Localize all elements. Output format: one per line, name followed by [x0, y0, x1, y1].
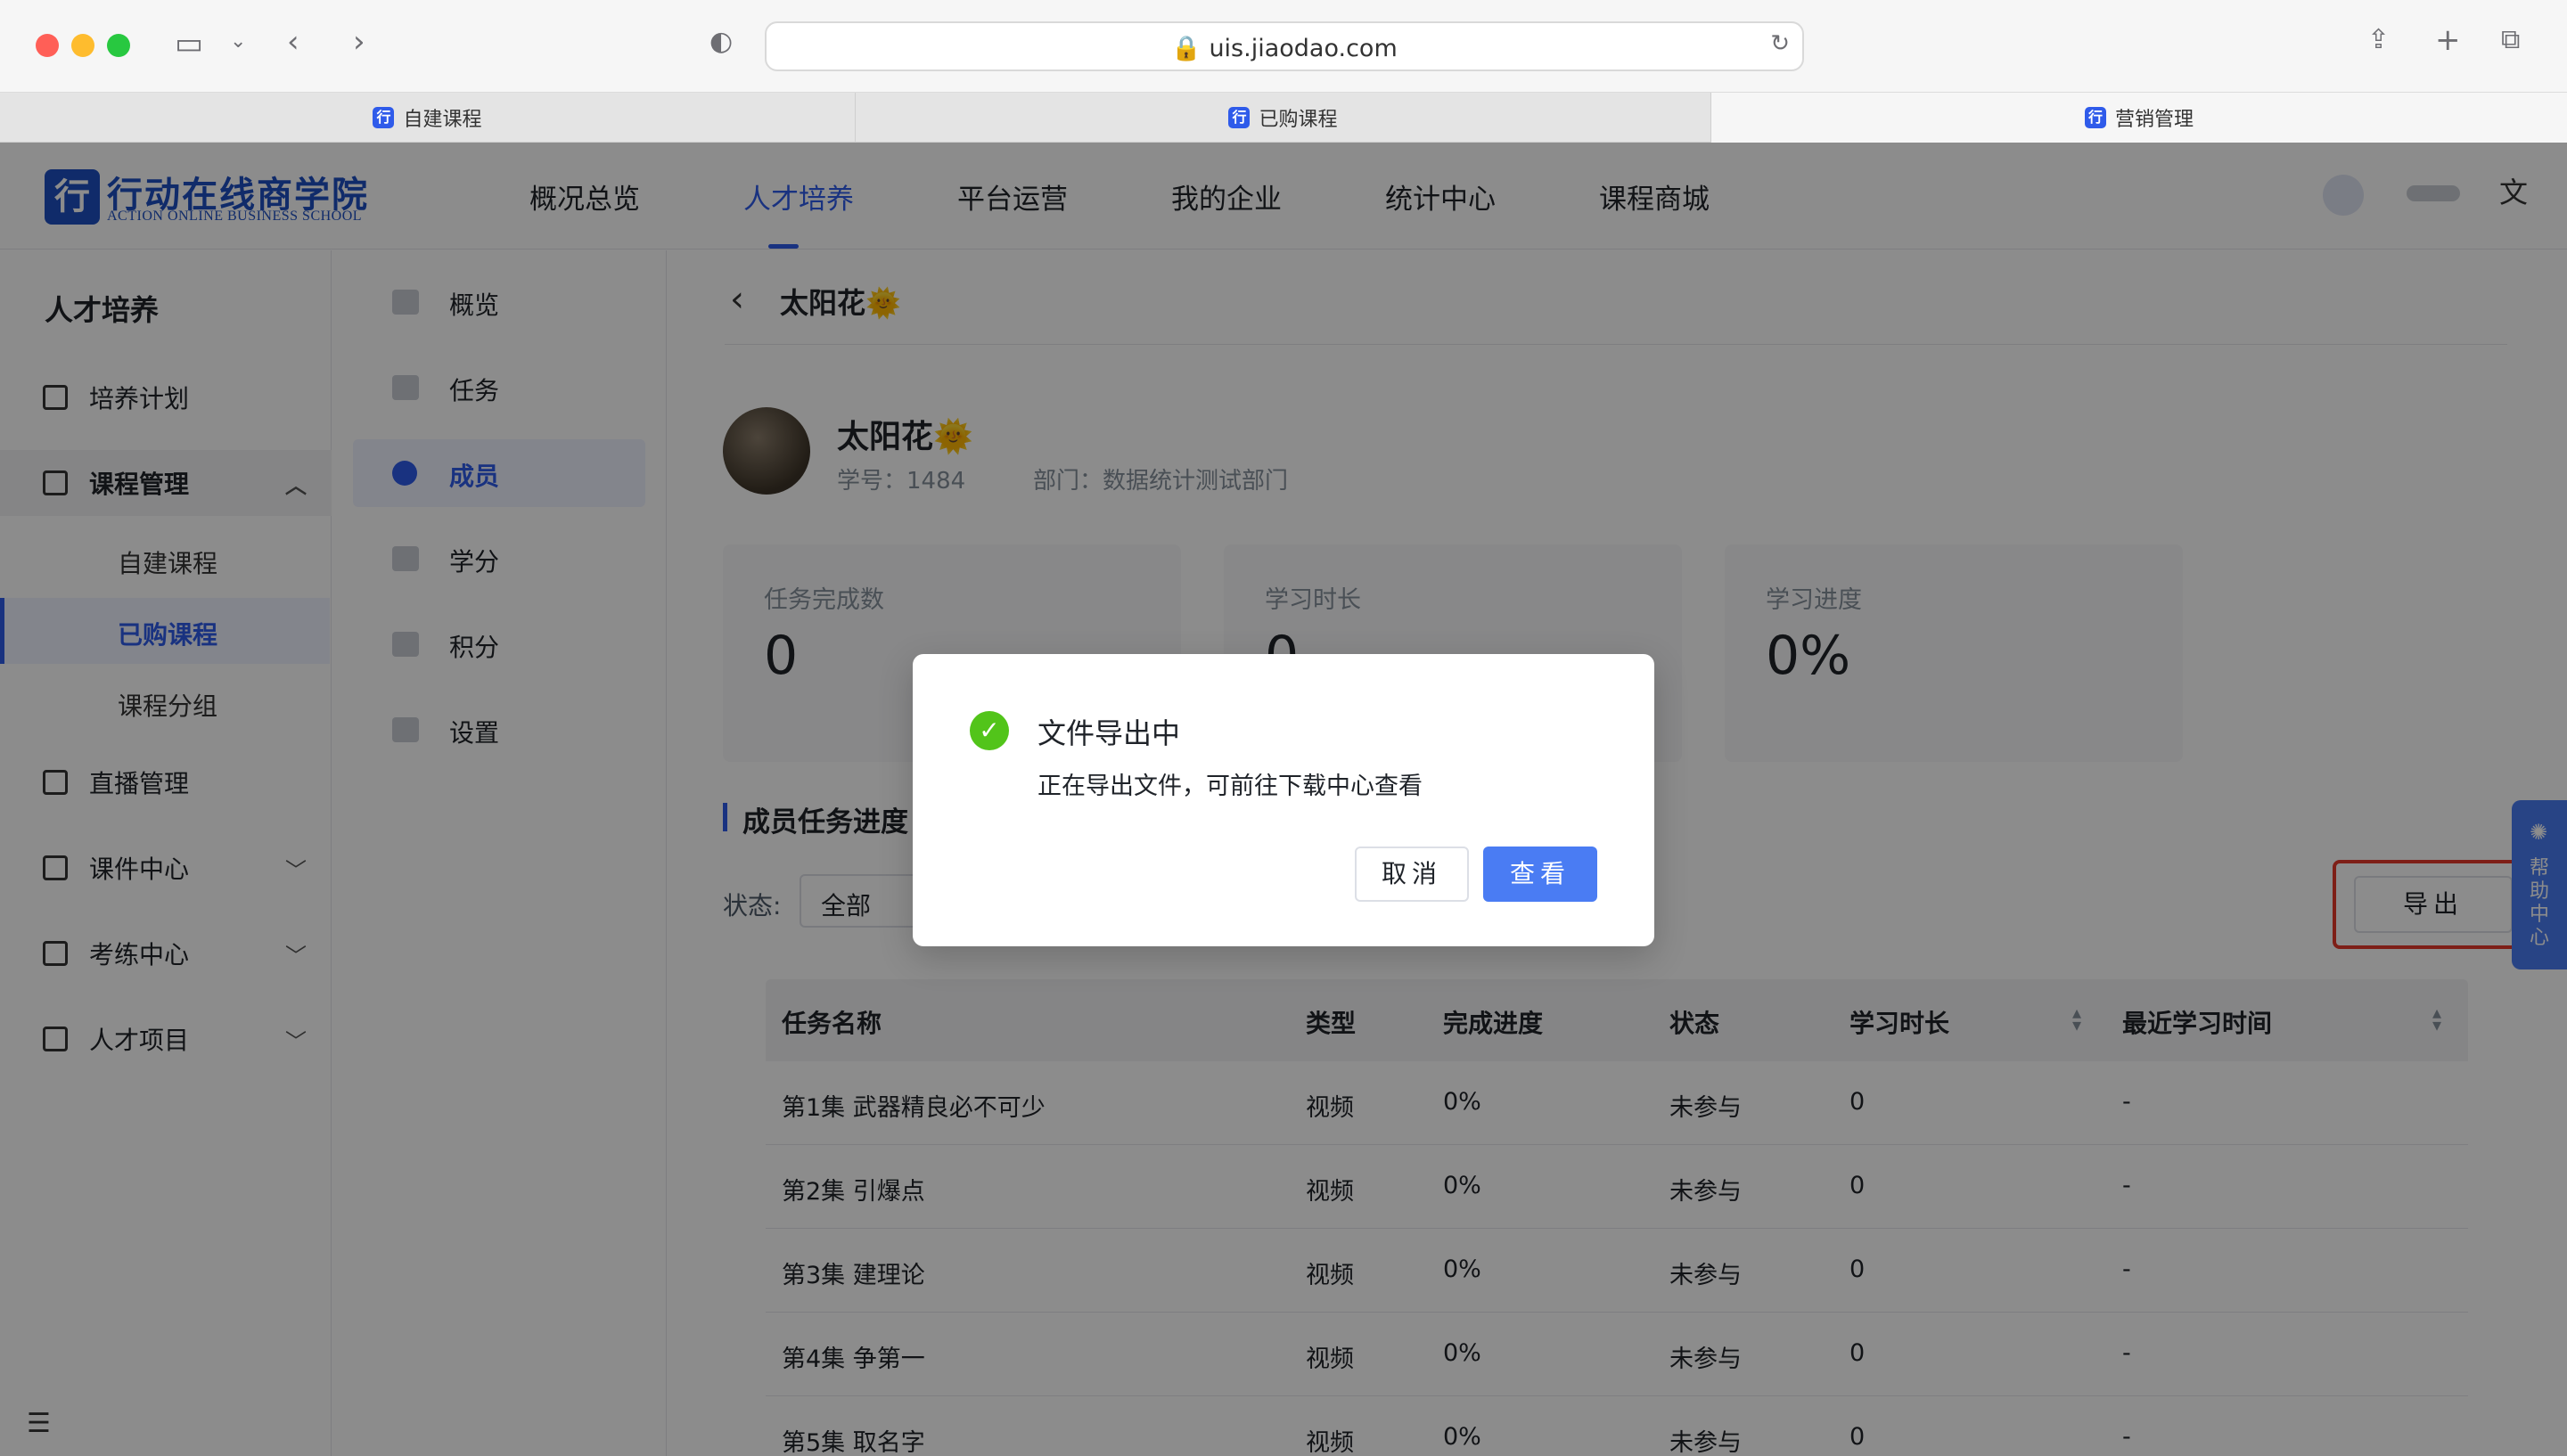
- lock-icon: 🔒: [1171, 35, 1210, 62]
- site-logo-icon: 行: [1228, 107, 1251, 128]
- browser-tab[interactable]: 行 已购课程: [856, 93, 1711, 143]
- back-icon[interactable]: ‹: [287, 27, 299, 57]
- export-dialog: ✓ 文件导出中 正在导出文件，可前往下载中心查看 取消 查看: [913, 654, 1654, 946]
- check-circle-icon: ✓: [970, 711, 1009, 750]
- browser-tab-bar: 行 自建课程 行 已购课程 行 营销管理: [0, 93, 2567, 143]
- shield-icon[interactable]: ◐: [709, 29, 733, 55]
- chevron-down-icon[interactable]: ⌄: [230, 32, 246, 52]
- sidebar-toggle-icon[interactable]: ▭: [175, 29, 203, 59]
- browser-toolbar: ▭ ⌄ ‹ › ◐ 🔒 uis.jiaodao.com ↻ ⇪ + ⧉: [0, 0, 2567, 93]
- dialog-message: 正在导出文件，可前往下载中心查看: [1037, 773, 1423, 800]
- view-button[interactable]: 查看: [1483, 847, 1597, 902]
- maximize-window-button[interactable]: [107, 34, 130, 57]
- close-window-button[interactable]: [36, 34, 59, 57]
- forward-icon[interactable]: ›: [353, 27, 365, 57]
- reload-icon[interactable]: ↻: [1770, 32, 1790, 55]
- url-text: uis.jiaodao.com: [1209, 35, 1398, 62]
- site-logo-icon: 行: [2084, 107, 2106, 128]
- address-bar[interactable]: 🔒 uis.jiaodao.com ↻: [765, 21, 1804, 71]
- share-icon[interactable]: ⇪: [2367, 27, 2390, 53]
- dialog-title: 文件导出中: [1037, 716, 1181, 750]
- new-tab-icon[interactable]: +: [2435, 25, 2461, 55]
- minimize-window-button[interactable]: [71, 34, 94, 57]
- browser-tab-active[interactable]: 行 营销管理: [1711, 93, 2567, 143]
- tab-overview-icon[interactable]: ⧉: [2501, 27, 2520, 53]
- cancel-button[interactable]: 取消: [1355, 847, 1469, 902]
- browser-tab[interactable]: 行 自建课程: [0, 93, 856, 143]
- site-logo-icon: 行: [373, 107, 395, 128]
